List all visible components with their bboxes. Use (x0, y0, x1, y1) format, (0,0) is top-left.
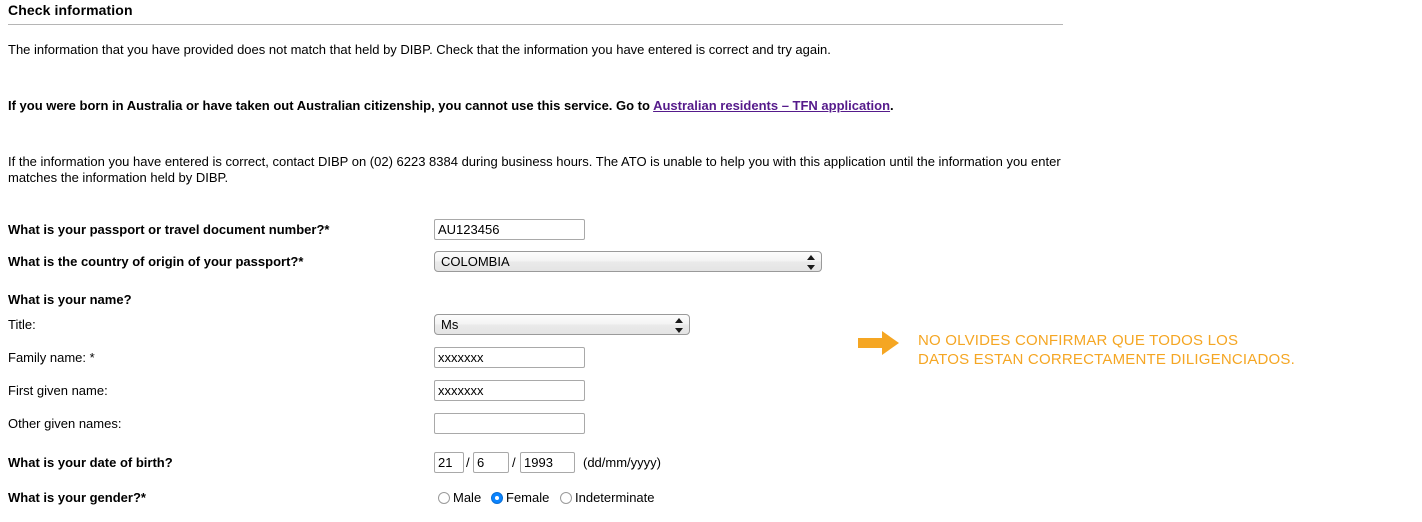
annotation-line-1: NO OLVIDES CONFIRMAR QUE TODOS LOS (918, 332, 1239, 349)
first-given-name-label: First given name: (8, 383, 108, 398)
date-separator-1: / (466, 455, 470, 470)
other-given-names-input[interactable] (434, 413, 585, 434)
gender-option-female-label: Female (506, 490, 550, 505)
date-of-birth-label: What is your date of birth? (8, 455, 173, 470)
arrow-right-icon (858, 330, 900, 356)
annotation-line-2: DATOS ESTAN CORRECTAMENTE DILIGENCIADOS. (918, 350, 1295, 368)
citizenship-warning-prefix: If you were born in Australia or have ta… (8, 98, 654, 113)
gender-option-male[interactable]: Male (438, 490, 481, 505)
other-given-names-label: Other given names: (8, 416, 122, 431)
chevron-updown-icon (675, 317, 684, 334)
name-section-heading: What is your name? (8, 292, 132, 307)
radio-selected-icon[interactable] (491, 492, 503, 504)
title-select[interactable]: Ms (434, 314, 690, 335)
country-of-origin-select[interactable]: COLOMBIA (434, 251, 822, 272)
date-of-birth-year-input[interactable] (520, 452, 575, 473)
date-of-birth-day-input[interactable] (434, 452, 464, 473)
gender-label: What is your gender?* (8, 490, 146, 505)
check-information-page: Check information The information that y… (0, 0, 1422, 522)
title-label: Title: (8, 317, 36, 332)
radio-unselected-icon[interactable] (438, 492, 450, 504)
gender-option-female[interactable]: Female (491, 490, 549, 505)
date-format-hint: (dd/mm/yyyy) (583, 455, 661, 470)
page-title: Check information (8, 2, 133, 18)
date-separator-2: / (512, 455, 516, 470)
country-of-origin-label: What is the country of origin of your pa… (8, 254, 304, 269)
tfn-application-link[interactable]: Australian residents – TFN application (653, 98, 890, 113)
gender-option-indeterminate[interactable]: Indeterminate (560, 490, 655, 505)
family-name-input[interactable] (434, 347, 585, 368)
annotation-text: NO OLVIDES CONFIRMAR QUE TODOS LOS DATOS… (918, 332, 1388, 369)
radio-unselected-icon[interactable] (560, 492, 572, 504)
first-given-name-input[interactable] (434, 380, 585, 401)
date-of-birth-month-input[interactable] (473, 452, 509, 473)
gender-option-indeterminate-label: Indeterminate (575, 490, 655, 505)
chevron-updown-icon (807, 254, 816, 271)
country-of-origin-value: COLOMBIA (441, 254, 510, 269)
error-message-text: The information that you have provided d… (8, 42, 831, 57)
citizenship-warning-suffix: . (890, 98, 894, 113)
title-value: Ms (441, 317, 459, 332)
title-divider (8, 24, 1063, 25)
family-name-label: Family name: * (8, 350, 95, 365)
gender-option-male-label: Male (453, 490, 482, 505)
passport-number-label: What is your passport or travel document… (8, 222, 330, 237)
passport-number-input[interactable] (434, 219, 585, 240)
contact-dibp-text: If the information you have entered is c… (8, 154, 1061, 185)
citizenship-warning-text: If you were born in Australia or have ta… (8, 98, 1068, 114)
